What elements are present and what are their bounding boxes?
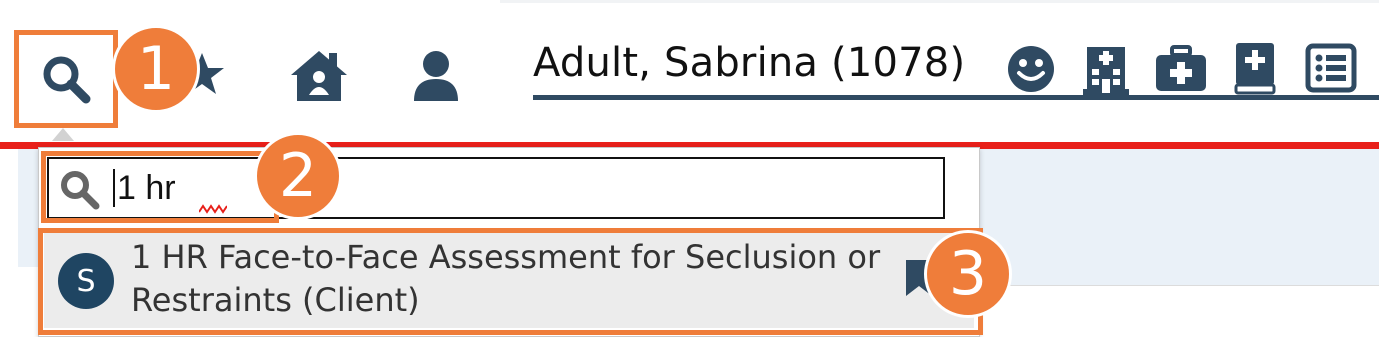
user-button[interactable] xyxy=(410,48,462,104)
home-button[interactable] xyxy=(288,48,350,104)
patient-smiley-button[interactable] xyxy=(1006,44,1056,94)
highlight-result xyxy=(38,228,983,335)
patient-medical-book-button[interactable] xyxy=(1232,40,1278,96)
hospital-icon xyxy=(1083,47,1129,95)
content-area xyxy=(970,285,1379,336)
patient-hospital-button[interactable] xyxy=(1083,40,1129,96)
step-callout-3: 3 xyxy=(924,230,1012,318)
highlight-search-field xyxy=(41,151,279,223)
list-icon xyxy=(1305,43,1357,93)
medkit-icon xyxy=(1156,45,1206,91)
dropdown-caret xyxy=(52,128,74,141)
patient-name[interactable]: Adult, Sabrina (1078) xyxy=(533,40,965,86)
smiley-icon xyxy=(1008,46,1054,92)
medical-book-icon xyxy=(1234,43,1276,95)
patient-medkit-button[interactable] xyxy=(1154,44,1208,94)
step-callout-2: 2 xyxy=(254,132,342,220)
step-callout-1: 1 xyxy=(112,25,200,113)
home-icon xyxy=(291,51,347,101)
user-icon xyxy=(414,51,458,101)
top-strip xyxy=(500,0,1379,3)
left-content-edge xyxy=(18,267,40,335)
patient-list-button[interactable] xyxy=(1304,42,1358,94)
left-panel xyxy=(0,149,19,335)
highlight-search-button xyxy=(14,30,118,128)
